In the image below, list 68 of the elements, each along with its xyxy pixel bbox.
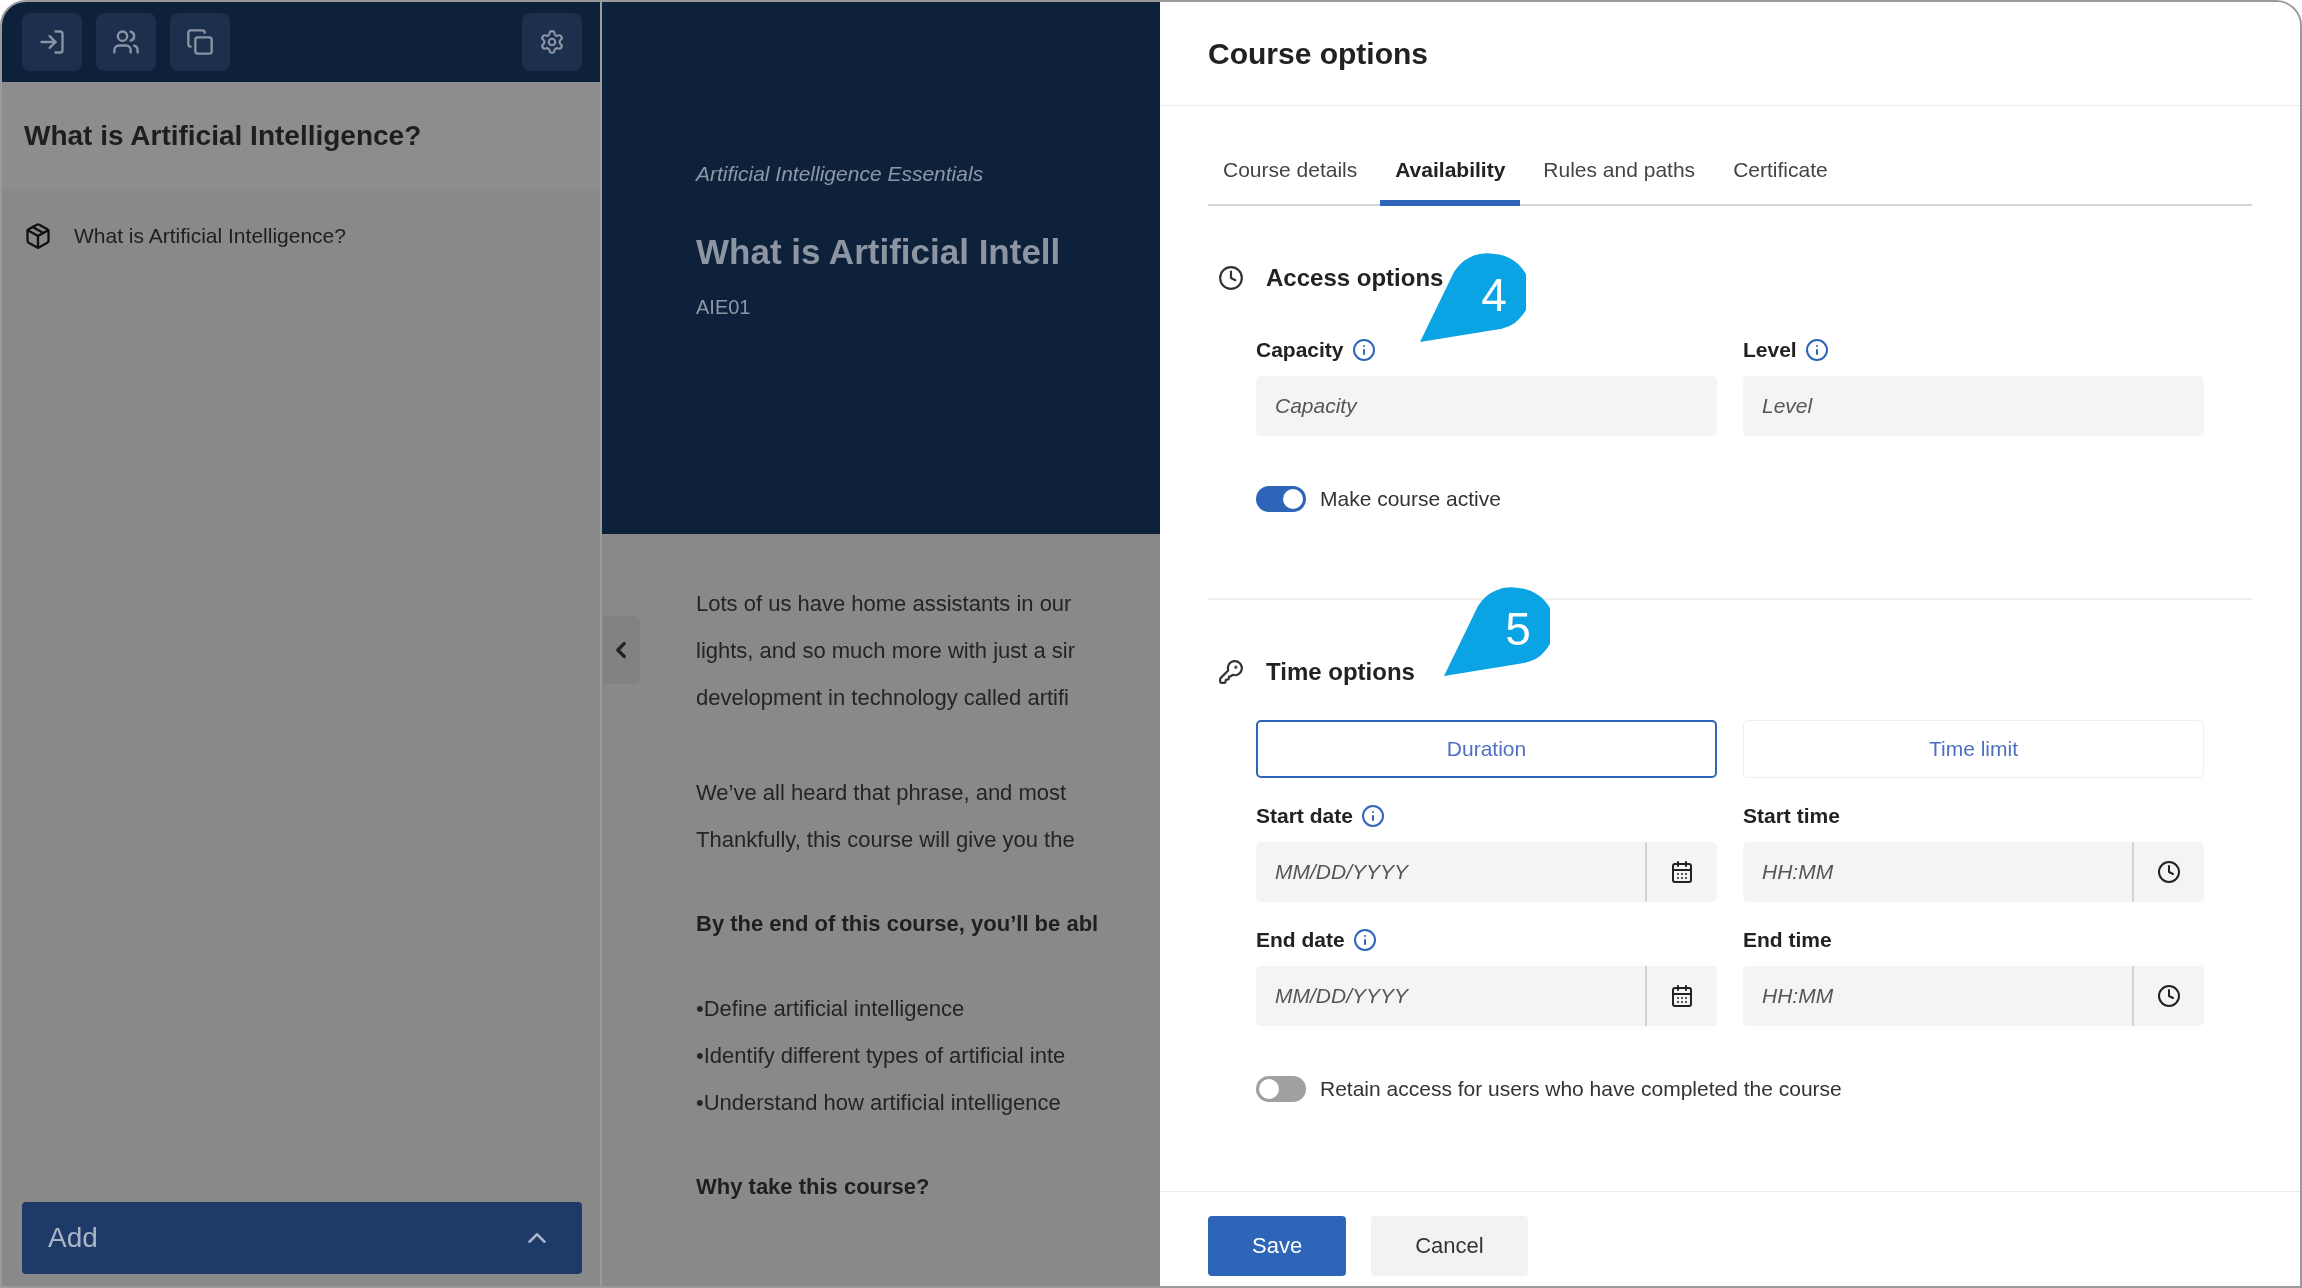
body-text: Lots of us have home assistants in our [696, 590, 1073, 618]
input-field[interactable]: Level [1743, 376, 2204, 436]
body-heading: Why take this course? [696, 1174, 931, 1200]
cancel-button[interactable]: Cancel [1371, 1216, 1528, 1276]
calendar-button[interactable] [1645, 966, 1717, 1026]
add-button[interactable]: Add [22, 1202, 582, 1274]
mode-button[interactable]: Time limit [1743, 720, 2204, 778]
input-field[interactable]: Capacity [1256, 376, 1717, 436]
info-icon[interactable] [1352, 928, 1377, 952]
info-icon[interactable] [1351, 338, 1376, 362]
field-label: Capacity [1256, 338, 1344, 362]
copy-icon [186, 28, 214, 56]
body-heading: By the end of this course, you’ll be abl [696, 911, 1100, 937]
clock-button[interactable] [2132, 842, 2204, 902]
body-text: lights, and so much more with just a sir [696, 637, 1077, 665]
clock-button[interactable] [2132, 966, 2204, 1026]
info-icon[interactable] [1804, 338, 1829, 362]
clock-icon [1218, 265, 1244, 291]
bullet-item: •Understand how artificial intelligence [696, 1089, 1062, 1117]
input-field[interactable]: MM/DD/YYYY [1256, 966, 1645, 1026]
field-label: Start date [1256, 804, 1353, 828]
course-title: What is Artificial Intell [696, 232, 1062, 272]
mode-button[interactable]: Duration [1256, 720, 1717, 778]
settings-icon [539, 29, 565, 55]
clock-icon [2157, 984, 2181, 1008]
field-label: End date [1256, 928, 1345, 952]
login-icon [38, 28, 66, 56]
tab[interactable]: Availability [1380, 146, 1521, 206]
calendar-icon [1670, 860, 1694, 884]
tab[interactable]: Rules and paths [1528, 146, 1711, 206]
input-field[interactable]: HH:MM [1743, 842, 2132, 902]
box-icon [24, 222, 52, 250]
tab[interactable]: Certificate [1718, 146, 1843, 206]
save-button[interactable]: Save [1208, 1216, 1347, 1276]
field-label: End time [1743, 928, 1832, 952]
clock-icon [2157, 860, 2181, 884]
info-icon[interactable] [1360, 804, 1385, 828]
settings-button[interactable] [522, 13, 582, 71]
toggle-switch[interactable] [1256, 1076, 1306, 1102]
callout-badge: 5 [1444, 586, 1550, 678]
sidebar-title: What is Artificial Intelligence? [24, 120, 422, 152]
section-title: Time options [1266, 658, 1415, 686]
toggle-switch[interactable] [1256, 486, 1306, 512]
toggle-label: Make course active [1320, 487, 1501, 511]
tab[interactable]: Course details [1208, 146, 1373, 206]
field-label: Level [1743, 338, 1797, 362]
users-icon [112, 28, 140, 56]
input-field[interactable]: MM/DD/YYYY [1256, 842, 1645, 902]
bullet-item: •Define artificial intelligence [696, 995, 966, 1023]
toolbar-button[interactable] [96, 13, 156, 71]
course-subtitle: Artificial Intelligence Essentials [696, 162, 985, 186]
bullet-item: •Identify different types of artificial inte [696, 1042, 1067, 1070]
toolbar-button[interactable] [22, 13, 82, 71]
collapse-button[interactable] [602, 616, 640, 684]
calendar-button[interactable] [1645, 842, 1717, 902]
sidebar-item[interactable]: What is Artificial Intelligence? [74, 224, 346, 248]
body-text: development in technology called artifi [696, 684, 1070, 712]
toolbar-button[interactable] [170, 13, 230, 71]
calendar-icon [1670, 984, 1694, 1008]
toggle-label: Retain access for users who have completed the course [1320, 1077, 1842, 1101]
course-code: AIE01 [696, 296, 752, 319]
body-text: We’ve all heard that phrase, and most [696, 779, 1068, 807]
key-icon [1218, 659, 1244, 685]
field-label: Start time [1743, 804, 1840, 828]
body-text: Thankfully, this course will give you the [696, 826, 1076, 854]
input-field[interactable]: HH:MM [1743, 966, 2132, 1026]
section-title: Access options [1266, 264, 1444, 292]
panel-title: Course options [1208, 36, 1428, 71]
